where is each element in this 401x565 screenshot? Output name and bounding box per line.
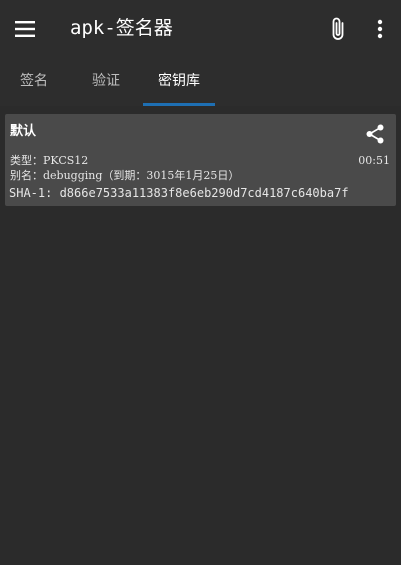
paperclip-icon bbox=[332, 17, 344, 40]
keystore-card[interactable]: 默认 类型：PKCS12 00:51 别名：debugging（到期：3015年… bbox=[5, 114, 396, 206]
share-button[interactable] bbox=[364, 123, 386, 145]
keystore-type: 类型：PKCS12 bbox=[10, 154, 89, 167]
app-title: apk-签名器 bbox=[70, 17, 173, 39]
attach-button[interactable] bbox=[326, 16, 350, 42]
more-vertical-icon bbox=[377, 19, 383, 39]
menu-button[interactable] bbox=[13, 17, 37, 41]
tab-bar: 签名 验证 密钥库 bbox=[0, 58, 401, 106]
tab-sign[interactable]: 签名 bbox=[0, 58, 68, 106]
tab-keystore[interactable]: 密钥库 bbox=[143, 58, 215, 106]
hamburger-menu-icon bbox=[15, 21, 35, 37]
keystore-time: 00:51 bbox=[358, 154, 390, 167]
more-options-button[interactable] bbox=[368, 17, 392, 41]
keystore-name: 默认 bbox=[10, 124, 37, 139]
share-icon bbox=[366, 124, 384, 144]
keystore-sha1: SHA-1: d866e7533a11383f8e6eb290d7cd4187c… bbox=[9, 186, 349, 200]
keystore-alias: 别名：debugging（到期：3015年1月25日） bbox=[10, 169, 240, 182]
app-toolbar: apk-签名器 bbox=[0, 0, 401, 58]
tab-verify[interactable]: 验证 bbox=[70, 58, 142, 106]
active-tab-indicator bbox=[143, 103, 215, 106]
